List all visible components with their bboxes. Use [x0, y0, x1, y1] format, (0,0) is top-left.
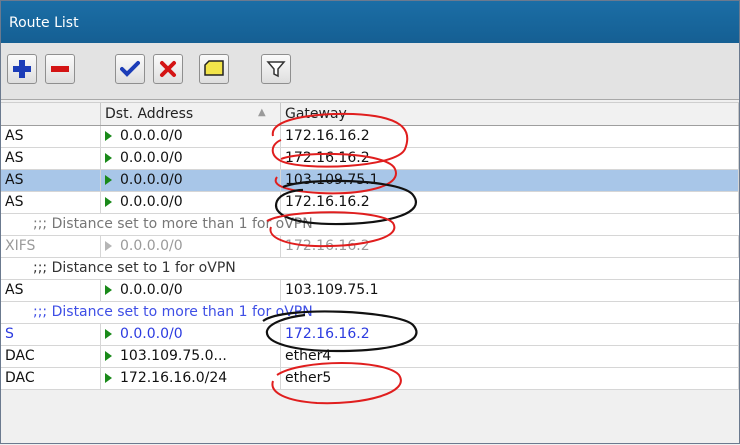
- gateway-cell: ether5: [281, 368, 739, 389]
- add-button[interactable]: [7, 54, 37, 84]
- dst-cell: 0.0.0.0/0: [101, 236, 281, 257]
- route-comment: ;;; Distance set to 1 for oVPN: [33, 260, 236, 276]
- route-arrow-icon: [105, 153, 112, 163]
- table-row[interactable]: XIFS 0.0.0.0/0 172.16.16.2: [1, 236, 739, 258]
- flags-cell: DAC: [1, 346, 101, 367]
- x-icon: [160, 61, 176, 77]
- route-arrow-icon: [105, 285, 112, 295]
- header-dst-address[interactable]: Dst. Address: [101, 103, 281, 125]
- minus-icon: [51, 66, 69, 72]
- dst-cell: 0.0.0.0/0: [101, 148, 281, 169]
- comment-row[interactable]: ;;; Distance set to more than 1 for oVPN: [1, 302, 739, 324]
- dst-cell: 103.109.75.0...: [101, 346, 281, 367]
- comment-row[interactable]: ;;; Distance set to 1 for oVPN: [1, 258, 739, 280]
- gateway-cell: 103.109.75.1: [281, 280, 739, 301]
- dst-cell: 0.0.0.0/0: [101, 192, 281, 213]
- enable-button[interactable]: [115, 54, 145, 84]
- table-row[interactable]: DAC 172.16.16.0/24 ether5: [1, 368, 739, 390]
- route-arrow-icon: [105, 131, 112, 141]
- route-comment: ;;; Distance set to more than 1 for oVPN: [33, 304, 313, 320]
- route-arrow-icon: [105, 329, 112, 339]
- flags-cell: AS: [1, 192, 101, 213]
- gateway-cell: 172.16.16.2: [281, 148, 739, 169]
- dst-cell: 0.0.0.0/0: [101, 170, 281, 191]
- dst-cell: 172.16.16.0/24: [101, 368, 281, 389]
- gateway-cell: 172.16.16.2: [281, 236, 739, 257]
- table-header: Dst. Address ▲ Gateway: [1, 102, 739, 126]
- route-arrow-icon: [105, 175, 112, 185]
- table-row[interactable]: AS 0.0.0.0/0 103.109.75.1: [1, 280, 739, 302]
- route-arrow-icon: [105, 351, 112, 361]
- route-arrow-icon: [105, 241, 112, 251]
- gateway-cell: 172.16.16.2: [281, 192, 739, 213]
- comment-row[interactable]: ;;; Distance set to more than 1 for oVPN: [1, 214, 739, 236]
- flags-cell: AS: [1, 126, 101, 147]
- sort-indicator-icon: ▲: [258, 107, 266, 118]
- gateway-cell: 172.16.16.2: [281, 126, 739, 147]
- gateway-cell: ether4: [281, 346, 739, 367]
- dst-cell: 0.0.0.0/0: [101, 280, 281, 301]
- dst-cell: 0.0.0.0/0: [101, 324, 281, 345]
- route-comment: ;;; Distance set to more than 1 for oVPN: [33, 216, 313, 232]
- table-row[interactable]: AS 0.0.0.0/0 172.16.16.2: [1, 148, 739, 170]
- flags-cell: AS: [1, 148, 101, 169]
- remove-button[interactable]: [45, 54, 75, 84]
- check-icon: [120, 61, 140, 77]
- gateway-cell: 172.16.16.2: [281, 324, 739, 345]
- flags-cell: S: [1, 324, 101, 345]
- route-list-window: Route List Dst. Address ▲ Gateway AS 0.0…: [0, 0, 740, 444]
- plus-icon: [13, 60, 31, 78]
- window-title: Route List: [9, 15, 79, 31]
- table-row[interactable]: S 0.0.0.0/0 172.16.16.2: [1, 324, 739, 346]
- table-row[interactable]: AS 0.0.0.0/0 172.16.16.2: [1, 192, 739, 214]
- filter-icon: [266, 61, 286, 78]
- route-arrow-icon: [105, 373, 112, 383]
- filter-button[interactable]: [261, 54, 291, 84]
- table-row[interactable]: DAC 103.109.75.0... ether4: [1, 346, 739, 368]
- title-bar[interactable]: Route List: [1, 1, 739, 43]
- header-gateway[interactable]: Gateway: [281, 103, 739, 125]
- comment-button[interactable]: [199, 54, 229, 84]
- dst-cell: 0.0.0.0/0: [101, 126, 281, 147]
- flags-cell: AS: [1, 170, 101, 191]
- note-icon: [204, 60, 224, 76]
- flags-cell: DAC: [1, 368, 101, 389]
- route-arrow-icon: [105, 197, 112, 207]
- flags-cell: AS: [1, 280, 101, 301]
- flags-cell: XIFS: [1, 236, 101, 257]
- header-flags[interactable]: [1, 103, 101, 125]
- table-row[interactable]: AS 0.0.0.0/0 172.16.16.2: [1, 126, 739, 148]
- toolbar: [1, 43, 739, 100]
- gateway-cell: 103.109.75.1: [281, 170, 739, 191]
- table-row-selected[interactable]: AS 0.0.0.0/0 103.109.75.1: [1, 170, 739, 192]
- disable-button[interactable]: [153, 54, 183, 84]
